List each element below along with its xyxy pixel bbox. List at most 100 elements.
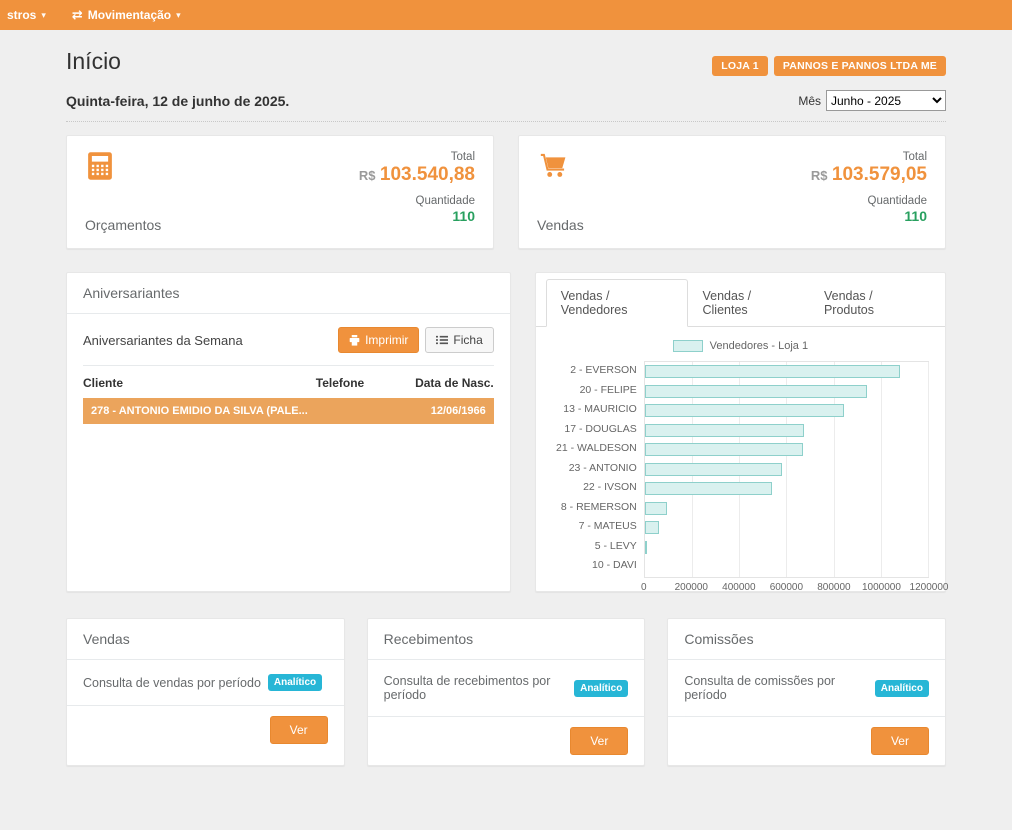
shopping-cart-icon (537, 151, 569, 179)
aniversariantes-subtitle: Aniversariantes da Semana (83, 333, 243, 348)
company-badge[interactable]: PANNOS E PANNOS LTDA ME (774, 56, 946, 76)
chart-x-tick-label: 400000 (722, 582, 755, 593)
tab-vendas-produtos[interactable]: Vendas / Produtos (809, 279, 935, 327)
chart-bar-row (645, 421, 928, 441)
currency-symbol: R$ (359, 168, 376, 183)
chart-x-tick-label: 1200000 (910, 582, 949, 593)
nav-menu-cadastros-label: stros (7, 8, 36, 22)
chart-bar (645, 463, 782, 476)
chart-bar (645, 424, 804, 437)
chart-legend: Vendedores - Loja 1 (552, 340, 929, 352)
list-icon (436, 335, 448, 345)
nav-menu-cadastros[interactable]: stros ▾ (0, 0, 59, 30)
chart-y-labels: 2 - EVERSON20 - FELIPE13 - MAURICIO17 - … (552, 361, 644, 578)
orcamentos-total-value: 103.540,88 (380, 164, 475, 185)
col-telefone: Telefone (316, 376, 394, 390)
quantity-label: Quantidade (811, 195, 927, 207)
total-label: Total (359, 151, 475, 163)
chart-bar (645, 521, 659, 534)
chart-bar (645, 541, 647, 554)
vendas-quantity-value: 110 (811, 208, 927, 224)
orcamentos-quantity-value: 110 (359, 208, 475, 224)
vendas-title: Vendas (537, 217, 584, 233)
report-title: Comissões (668, 619, 945, 660)
chart-gridline (928, 362, 929, 577)
calculator-icon (85, 151, 115, 181)
chart-bar-row (645, 499, 928, 519)
quantity-label: Quantidade (359, 195, 475, 207)
page-title: Início (66, 48, 121, 75)
birthday-cliente: 278 - ANTONIO EMIDIO DA SILVA (PALE... (91, 405, 308, 417)
col-data-nasc: Data de Nasc. (394, 376, 494, 390)
chart-category-label: 5 - LEVY (552, 537, 644, 557)
orcamentos-card: Orçamentos Total R$ 103.540,88 Quantidad… (66, 135, 494, 249)
chart-bar (645, 482, 772, 495)
currency-symbol: R$ (811, 168, 828, 183)
analitico-badge: Analítico (268, 674, 322, 691)
chart-category-label: 8 - REMERSON (552, 498, 644, 518)
birthday-nascimento: 12/06/1966 (386, 405, 486, 417)
chart-x-tick-label: 800000 (817, 582, 850, 593)
report-description: Consulta de vendas por período (83, 676, 261, 690)
top-navbar: stros ▾ ⇄ Movimentação ▾ (0, 0, 1012, 30)
analitico-badge: Analítico (875, 680, 929, 697)
chart-category-label: 22 - IVSON (552, 478, 644, 498)
chart-bar (645, 365, 900, 378)
ver-button-recebimentos[interactable]: Ver (570, 727, 628, 755)
report-description: Consulta de recebimentos por período (384, 674, 567, 702)
report-card-recebimentos: Recebimentos Consulta de recebimentos po… (367, 618, 646, 766)
report-title: Vendas (67, 619, 344, 660)
chart-category-label: 2 - EVERSON (552, 361, 644, 381)
report-title: Recebimentos (368, 619, 645, 660)
printer-icon (349, 335, 360, 346)
chart-category-label: 10 - DAVI (552, 556, 644, 576)
report-description: Consulta de comissões por período (684, 674, 867, 702)
chart-bar-row (645, 440, 928, 460)
ver-button-comissoes[interactable]: Ver (871, 727, 929, 755)
chart-x-tick-label: 600000 (770, 582, 803, 593)
vendas-summary-card: Vendas Total R$ 103.579,05 Quantidade 11… (518, 135, 946, 249)
bar-chart: 2 - EVERSON20 - FELIPE13 - MAURICIO17 - … (552, 361, 929, 578)
total-label: Total (811, 151, 927, 163)
chart-category-label: 7 - MATEUS (552, 517, 644, 537)
ver-button-vendas[interactable]: Ver (270, 716, 328, 744)
chart-bar-row (645, 557, 928, 577)
ficha-button[interactable]: Ficha (425, 327, 493, 353)
chart-bar-row (645, 538, 928, 558)
chart-x-tick-label: 200000 (675, 582, 708, 593)
chart-bar (645, 385, 867, 398)
birthday-table-header: Cliente Telefone Data de Nasc. (83, 366, 494, 398)
chart-x-tick-label: 1000000 (862, 582, 901, 593)
caret-down-icon: ▾ (41, 10, 46, 21)
sales-tabs: Vendas / Vendedores Vendas / Clientes Ve… (536, 273, 945, 327)
store-badge[interactable]: LOJA 1 (712, 56, 768, 76)
chart-bar-row (645, 518, 928, 538)
tab-vendas-clientes[interactable]: Vendas / Clientes (688, 279, 809, 327)
analitico-badge: Analítico (574, 680, 628, 697)
sales-chart-card: Vendas / Vendedores Vendas / Clientes Ve… (535, 272, 946, 592)
aniversariantes-card: Aniversariantes Aniversariantes da Seman… (66, 272, 511, 592)
chart-bar-row (645, 362, 928, 382)
month-picker: Mês Junho - 2025 (798, 90, 946, 111)
chart-bar (645, 443, 803, 456)
chart-bar-row (645, 382, 928, 402)
chart-x-axis: 020000040000060000080000010000001200000 (644, 578, 929, 594)
vendas-total-value: 103.579,05 (832, 164, 927, 185)
nav-menu-movimentacao[interactable]: ⇄ Movimentação ▾ (59, 0, 194, 30)
month-select[interactable]: Junho - 2025 (826, 90, 946, 111)
exchange-icon: ⇄ (72, 7, 83, 23)
chart-category-label: 20 - FELIPE (552, 381, 644, 401)
chart-bar-row (645, 401, 928, 421)
birthday-table-row[interactable]: 278 - ANTONIO EMIDIO DA SILVA (PALE... 1… (83, 398, 494, 424)
chart-bar-row (645, 479, 928, 499)
legend-swatch (673, 340, 703, 352)
chart-bar (645, 502, 667, 515)
current-date: Quinta-feira, 12 de junho de 2025. (66, 93, 289, 109)
imprimir-button[interactable]: Imprimir (338, 327, 419, 353)
tab-vendas-vendedores[interactable]: Vendas / Vendedores (546, 279, 688, 327)
report-card-comissoes: Comissões Consulta de comissões por perí… (667, 618, 946, 766)
chart-plot (644, 361, 929, 578)
col-cliente: Cliente (83, 376, 316, 390)
nav-menu-movimentacao-label: Movimentação (88, 8, 171, 22)
chart-x-tick-label: 0 (641, 582, 647, 593)
